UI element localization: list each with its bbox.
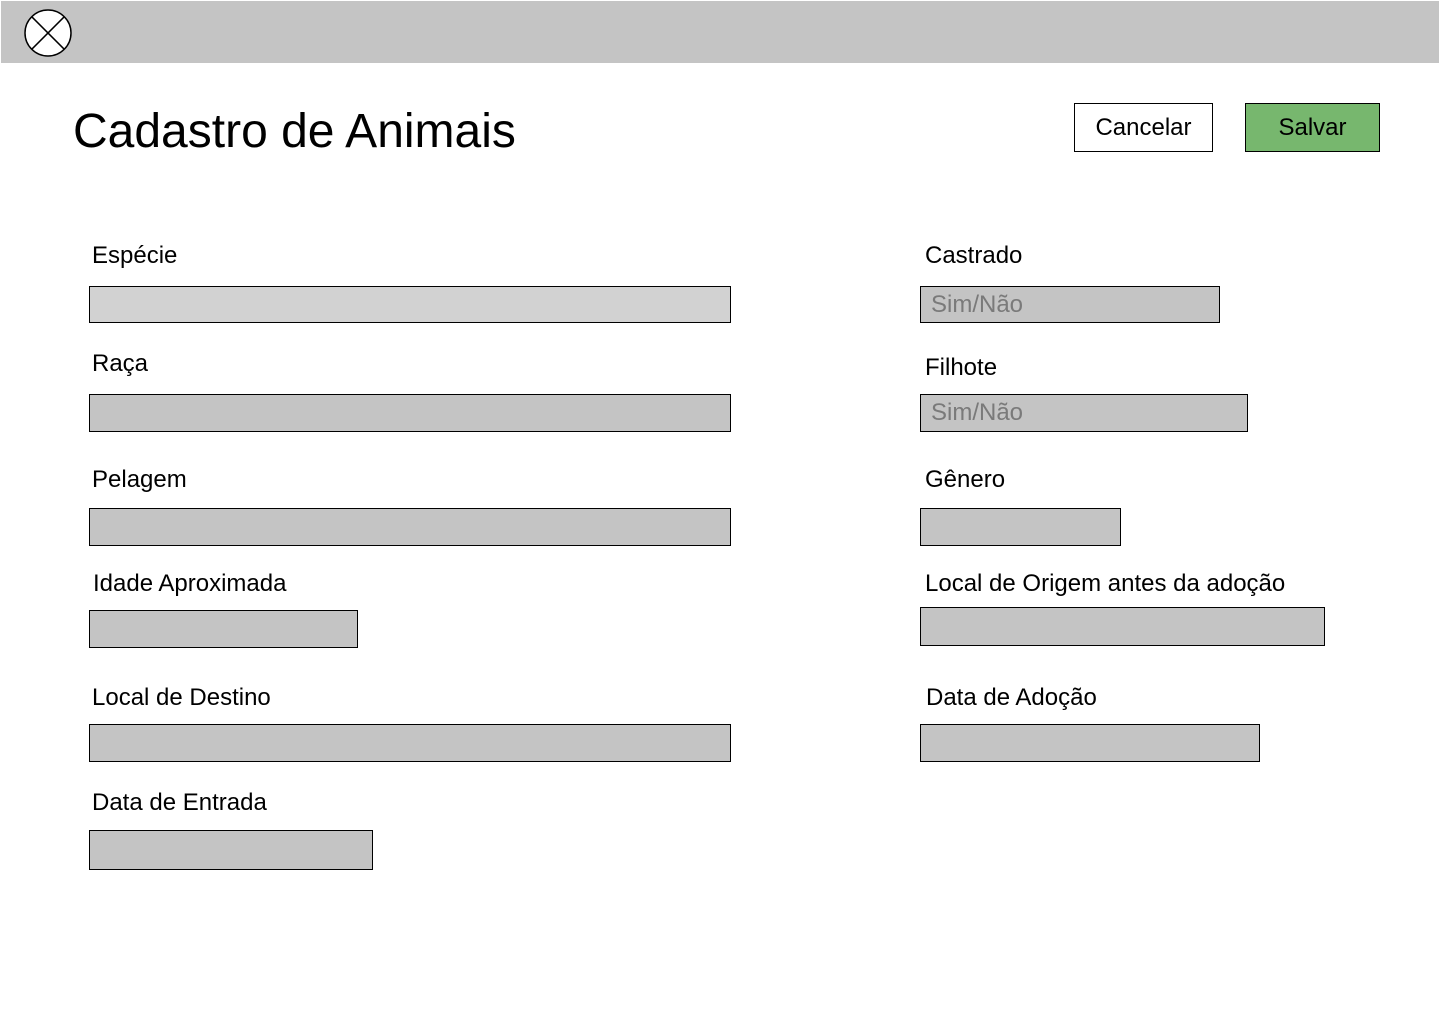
especie-field[interactable] [89,286,731,323]
raca-field[interactable] [89,394,731,432]
adocao-label: Data de Adoção [926,684,1097,711]
idade-field[interactable] [89,610,358,648]
pelagem-field[interactable] [89,508,731,546]
entrada-label: Data de Entrada [92,789,267,816]
filhote-field[interactable] [920,394,1248,432]
top-bar [1,1,1439,63]
cancel-button[interactable]: Cancelar [1074,103,1213,152]
filhote-label: Filhote [925,354,998,381]
origem-field[interactable] [920,607,1325,646]
entrada-field[interactable] [89,830,373,870]
origem-label: Local de Origem antes da adoção [925,570,1286,597]
raca-label: Raça [92,350,149,377]
especie-label: Espécie [92,242,178,269]
genero-label: Gênero [925,466,1006,493]
adocao-field[interactable] [920,724,1260,762]
idade-label: Idade Aproximada [93,570,287,597]
close-circle-icon[interactable] [24,9,72,57]
destino-label: Local de Destino [92,684,271,711]
genero-field[interactable] [920,508,1121,546]
pelagem-label: Pelagem [92,466,187,493]
castrado-label: Castrado [925,242,1023,269]
animal-registration-page: Cadastro de Animais Cancelar Salvar Espé… [0,0,1440,1024]
destino-field[interactable] [89,724,731,762]
save-button[interactable]: Salvar [1245,103,1380,152]
page-title: Cadastro de Animais [73,105,516,158]
castrado-field[interactable] [920,286,1220,323]
